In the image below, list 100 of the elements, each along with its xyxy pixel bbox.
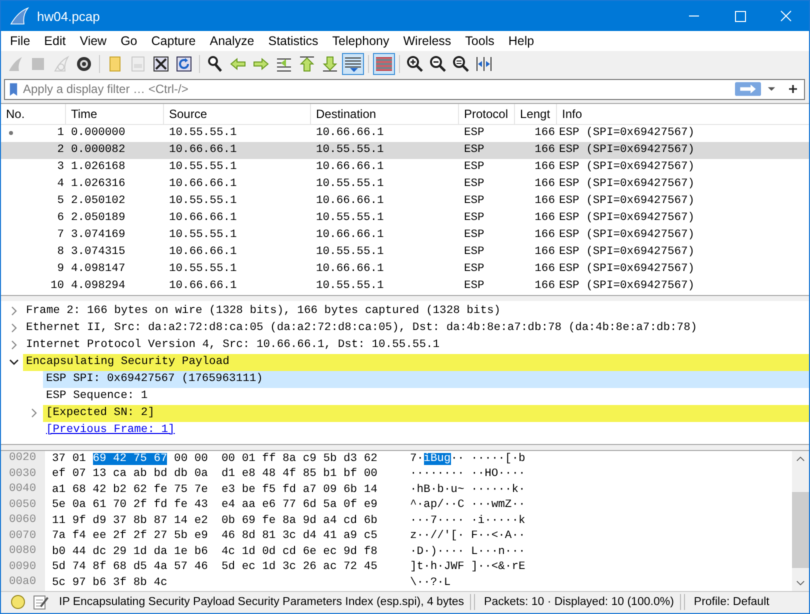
hex-bytes: 11 9f d9 37 8b 87 14 e2 0b 69 fe 8a 9d a4 cd 6b xyxy=(51,514,378,527)
byte-offset: 0020 xyxy=(1,451,45,467)
packet-row[interactable]: 8 3.074315 10.66.66.1 10.55.55.1 ESP 166 ESP (SPI=0x69427567) xyxy=(1,244,809,261)
chevron-down-icon[interactable] xyxy=(9,357,19,368)
menu-item[interactable]: Statistics xyxy=(261,34,326,48)
menu-item[interactable]: Go xyxy=(114,34,144,48)
column-header[interactable]: No. xyxy=(1,104,66,124)
packet-row[interactable]: 7 3.074169 10.55.55.1 10.66.66.1 ESP 166 ESP (SPI=0x69427567) xyxy=(1,226,809,244)
table-cell: 6 xyxy=(57,212,64,224)
packet-row[interactable]: 9 4.098147 10.55.55.1 10.66.66.1 ESP 166 ESP (SPI=0x69427567) xyxy=(1,260,809,278)
table-cell: 166 xyxy=(534,229,555,242)
ascii-bytes: 7·iBug·· ·····[·b xyxy=(410,452,526,465)
scroll-up-icon[interactable] xyxy=(796,456,805,462)
table-cell: 166 xyxy=(534,178,555,190)
table-cell: 10.55.55.1 xyxy=(169,229,237,242)
menu-item[interactable]: Analyze xyxy=(202,34,262,48)
table-cell: ESP xyxy=(464,212,484,224)
column-header[interactable]: Protocol xyxy=(459,104,515,124)
column-header[interactable]: Destination xyxy=(311,104,459,124)
table-cell: 10 xyxy=(50,280,64,292)
edit-comment-icon[interactable] xyxy=(33,594,49,610)
table-cell: 9 xyxy=(57,263,64,276)
table-cell: 1.026168 xyxy=(71,161,126,174)
scrollbar[interactable] xyxy=(792,451,809,591)
column-header[interactable]: Source xyxy=(164,104,311,124)
tree-item[interactable]: ESP SPI: 0x69427567 (1765963111) xyxy=(43,370,809,388)
dropdown-caret-icon[interactable] xyxy=(767,86,776,92)
scroll-down-icon[interactable] xyxy=(796,580,805,586)
bookmark-icon[interactable] xyxy=(9,82,18,97)
byte-offset: 0090 xyxy=(1,560,45,576)
hex-bytes: a1 68 42 b2 62 fe 75 7e e3 be f5 fd a7 09 6b 14 xyxy=(51,484,378,496)
packet-row[interactable]: 4 1.026316 10.66.66.1 10.55.55.1 ESP 166 ESP (SPI=0x69427567) xyxy=(1,176,809,193)
table-cell: 10.66.66.1 xyxy=(316,127,384,140)
status-profile[interactable]: Profile: Default xyxy=(694,596,770,608)
menu-item[interactable]: Wireless xyxy=(396,34,458,48)
ascii-bytes: ]t·h·JWF ]··<&·rE xyxy=(410,561,526,574)
table-cell: 10.66.66.1 xyxy=(316,161,384,174)
tree-item[interactable]: Internet Protocol Version 4, Src: 10.66.66.1, Dst: 10.55.55.1 xyxy=(23,336,809,354)
table-cell: 10.55.55.1 xyxy=(316,144,384,156)
display-filter-input[interactable]: Apply a display filter … <Ctrl-/> xyxy=(23,82,735,96)
byte-offset: 00a0 xyxy=(1,575,45,591)
menu-item[interactable]: Telephony xyxy=(325,34,396,48)
reload-icon xyxy=(175,54,193,73)
table-cell: ESP xyxy=(464,144,484,156)
packet-row[interactable]: 3 1.026168 10.55.55.1 10.66.66.1 ESP 166 ESP (SPI=0x69427567) xyxy=(1,158,809,176)
ascii-bytes: ^·ap/··C ···wmZ·· xyxy=(410,499,526,512)
autoscroll-tool-button[interactable] xyxy=(342,52,364,75)
table-cell: 0.000082 xyxy=(71,144,126,156)
table-cell: ESP xyxy=(464,246,484,258)
table-cell: ESP (SPI=0x69427567) xyxy=(559,195,695,208)
menu-item[interactable]: Help xyxy=(501,34,542,48)
table-cell: 1.026316 xyxy=(71,178,126,190)
last-icon xyxy=(321,54,339,73)
tree-item[interactable]: ESP Sequence: 1 xyxy=(43,388,809,405)
packet-row[interactable]: 6 2.050189 10.66.66.1 10.55.55.1 ESP 166 ESP (SPI=0x69427567) xyxy=(1,210,809,227)
tree-item[interactable]: [Expected SN: 2] xyxy=(43,404,809,422)
expert-info-led-icon[interactable] xyxy=(11,595,25,610)
close-icon xyxy=(152,54,170,73)
table-cell: ESP xyxy=(464,263,484,276)
add-filter-button-icon[interactable] xyxy=(788,84,798,94)
table-cell: ESP (SPI=0x69427567) xyxy=(559,280,695,292)
first-icon xyxy=(298,54,316,73)
table-cell: ESP xyxy=(464,280,484,292)
table-cell: 10.66.66.1 xyxy=(169,280,237,292)
display-filter-field[interactable]: Apply a display filter … <Ctrl-/> xyxy=(4,78,805,100)
packet-row[interactable]: 5 2.050102 10.55.55.1 10.66.66.1 ESP 166 ESP (SPI=0x69427567) xyxy=(1,192,809,210)
column-header[interactable]: Time xyxy=(66,104,164,124)
window-title: hw04.pcap xyxy=(37,8,100,24)
byte-offset: 0040 xyxy=(1,482,45,498)
frame-link[interactable]: [Previous Frame: 1] xyxy=(43,422,175,439)
chevron-right-icon[interactable] xyxy=(9,306,19,316)
chevron-right-icon[interactable] xyxy=(29,408,39,418)
hex-bytes: 5e 0a 61 70 2f fd fe 43 e4 aa e6 77 6d 5a 0f e9 xyxy=(51,499,378,512)
tree-item[interactable]: Encapsulating Security Payload xyxy=(23,354,809,371)
table-cell: 10.55.55.1 xyxy=(169,127,237,140)
column-header[interactable]: Info xyxy=(557,104,809,124)
tree-item[interactable]: Frame 2: 166 bytes on wire (1328 bits), 166 bytes captured (1328 bits) xyxy=(23,302,809,320)
menu-item[interactable]: Edit xyxy=(37,34,73,48)
table-cell: 10.66.66.1 xyxy=(316,229,384,242)
table-cell: 4.098147 xyxy=(71,263,126,276)
chevron-right-icon[interactable] xyxy=(9,340,19,350)
ascii-bytes: ·hB·b·u~ ······k· xyxy=(410,484,526,496)
table-cell: 166 xyxy=(534,246,555,258)
table-cell: 3.074315 xyxy=(71,246,126,258)
menu-item[interactable]: File xyxy=(3,34,38,48)
menu-item[interactable]: Tools xyxy=(458,34,502,48)
colorize-tool-button[interactable] xyxy=(373,52,395,75)
table-cell: ESP (SPI=0x69427567) xyxy=(559,229,695,242)
chevron-right-icon[interactable] xyxy=(9,323,19,334)
packet-row[interactable]: 1 0.000000 10.55.55.1 10.66.66.1 ESP 166 ESP (SPI=0x69427567) xyxy=(1,124,809,142)
table-cell: 10.66.66.1 xyxy=(169,144,237,156)
table-cell: 5 xyxy=(57,195,64,208)
menu-item[interactable]: View xyxy=(72,34,114,48)
packet-row[interactable]: 2 0.000082 10.66.66.1 10.55.55.1 ESP 166 ESP (SPI=0x69427567) xyxy=(1,142,809,159)
table-cell: ESP xyxy=(464,127,484,140)
column-header[interactable]: Lengt xyxy=(515,104,557,124)
packet-row[interactable]: 10 4.098294 10.66.66.1 10.55.55.1 ESP 166 ESP (SPI=0x69427567) xyxy=(1,278,809,295)
menu-item[interactable]: Capture xyxy=(144,34,203,48)
tree-item[interactable]: Ethernet II, Src: da:a2:72:d8:ca:05 (da:a2:72:d8:ca:05), Dst: da:4b:8e:a7:db:78 (da:4b:8e:a7:db:78) xyxy=(23,320,809,337)
table-cell: ESP xyxy=(464,229,484,242)
